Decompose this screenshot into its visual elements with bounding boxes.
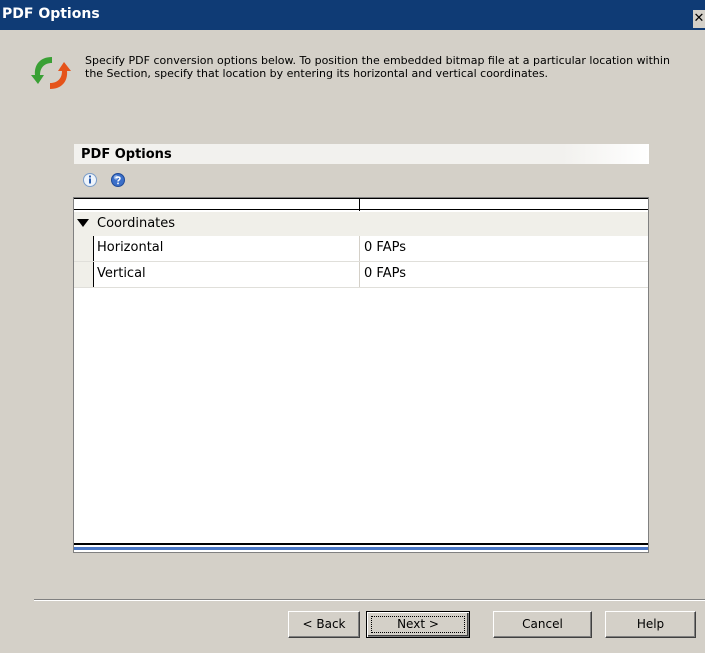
property-value-field[interactable]: 0 FAPs xyxy=(364,240,406,255)
close-button[interactable]: ✕ xyxy=(693,10,705,28)
gutter-line xyxy=(93,262,94,287)
property-name: Vertical xyxy=(97,266,146,281)
expand-arrow-icon[interactable] xyxy=(77,219,89,227)
back-button[interactable]: < Back xyxy=(288,611,360,638)
column-separator xyxy=(359,262,360,287)
title-bar[interactable]: PDF Options ✕ xyxy=(0,0,705,30)
gutter-line xyxy=(93,236,94,261)
cancel-button[interactable]: Cancel xyxy=(493,611,592,638)
header-column-separator[interactable] xyxy=(359,199,360,211)
row-gutter xyxy=(74,236,94,261)
category-row-coordinates[interactable]: Coordinates xyxy=(74,212,648,236)
grid-header xyxy=(74,198,648,211)
property-value-field[interactable]: 0 FAPs xyxy=(364,266,406,281)
grid-description-splitter[interactable] xyxy=(74,543,648,552)
help-icon[interactable] xyxy=(110,172,126,188)
column-separator xyxy=(359,236,360,261)
pdf-options-dialog: PDF Options ✕ Specify PDF conversion opt… xyxy=(0,0,705,653)
category-label: Coordinates xyxy=(97,216,176,231)
close-icon: ✕ xyxy=(693,11,705,26)
property-row-vertical[interactable]: Vertical 0 FAPs xyxy=(74,262,648,288)
next-button[interactable]: Next > xyxy=(366,611,470,638)
button-divider xyxy=(34,599,705,601)
refresh-arrows-icon xyxy=(30,53,72,93)
description-text: Specify PDF conversion options below. To… xyxy=(85,54,670,80)
panel-title: PDF Options xyxy=(81,147,172,162)
focus-rectangle xyxy=(371,616,465,633)
panel-header: PDF Options xyxy=(74,144,649,164)
splitter-accent xyxy=(74,547,648,550)
property-grid: Coordinates Horizontal 0 FAPs Vertical 0… xyxy=(73,197,649,553)
property-row-horizontal[interactable]: Horizontal 0 FAPs xyxy=(74,236,648,262)
window-title: PDF Options xyxy=(2,6,100,22)
info-icon[interactable] xyxy=(82,172,98,188)
help-button[interactable]: Help xyxy=(605,611,696,638)
property-name: Horizontal xyxy=(97,240,164,255)
splitter-line xyxy=(74,543,648,545)
row-gutter xyxy=(74,262,94,287)
